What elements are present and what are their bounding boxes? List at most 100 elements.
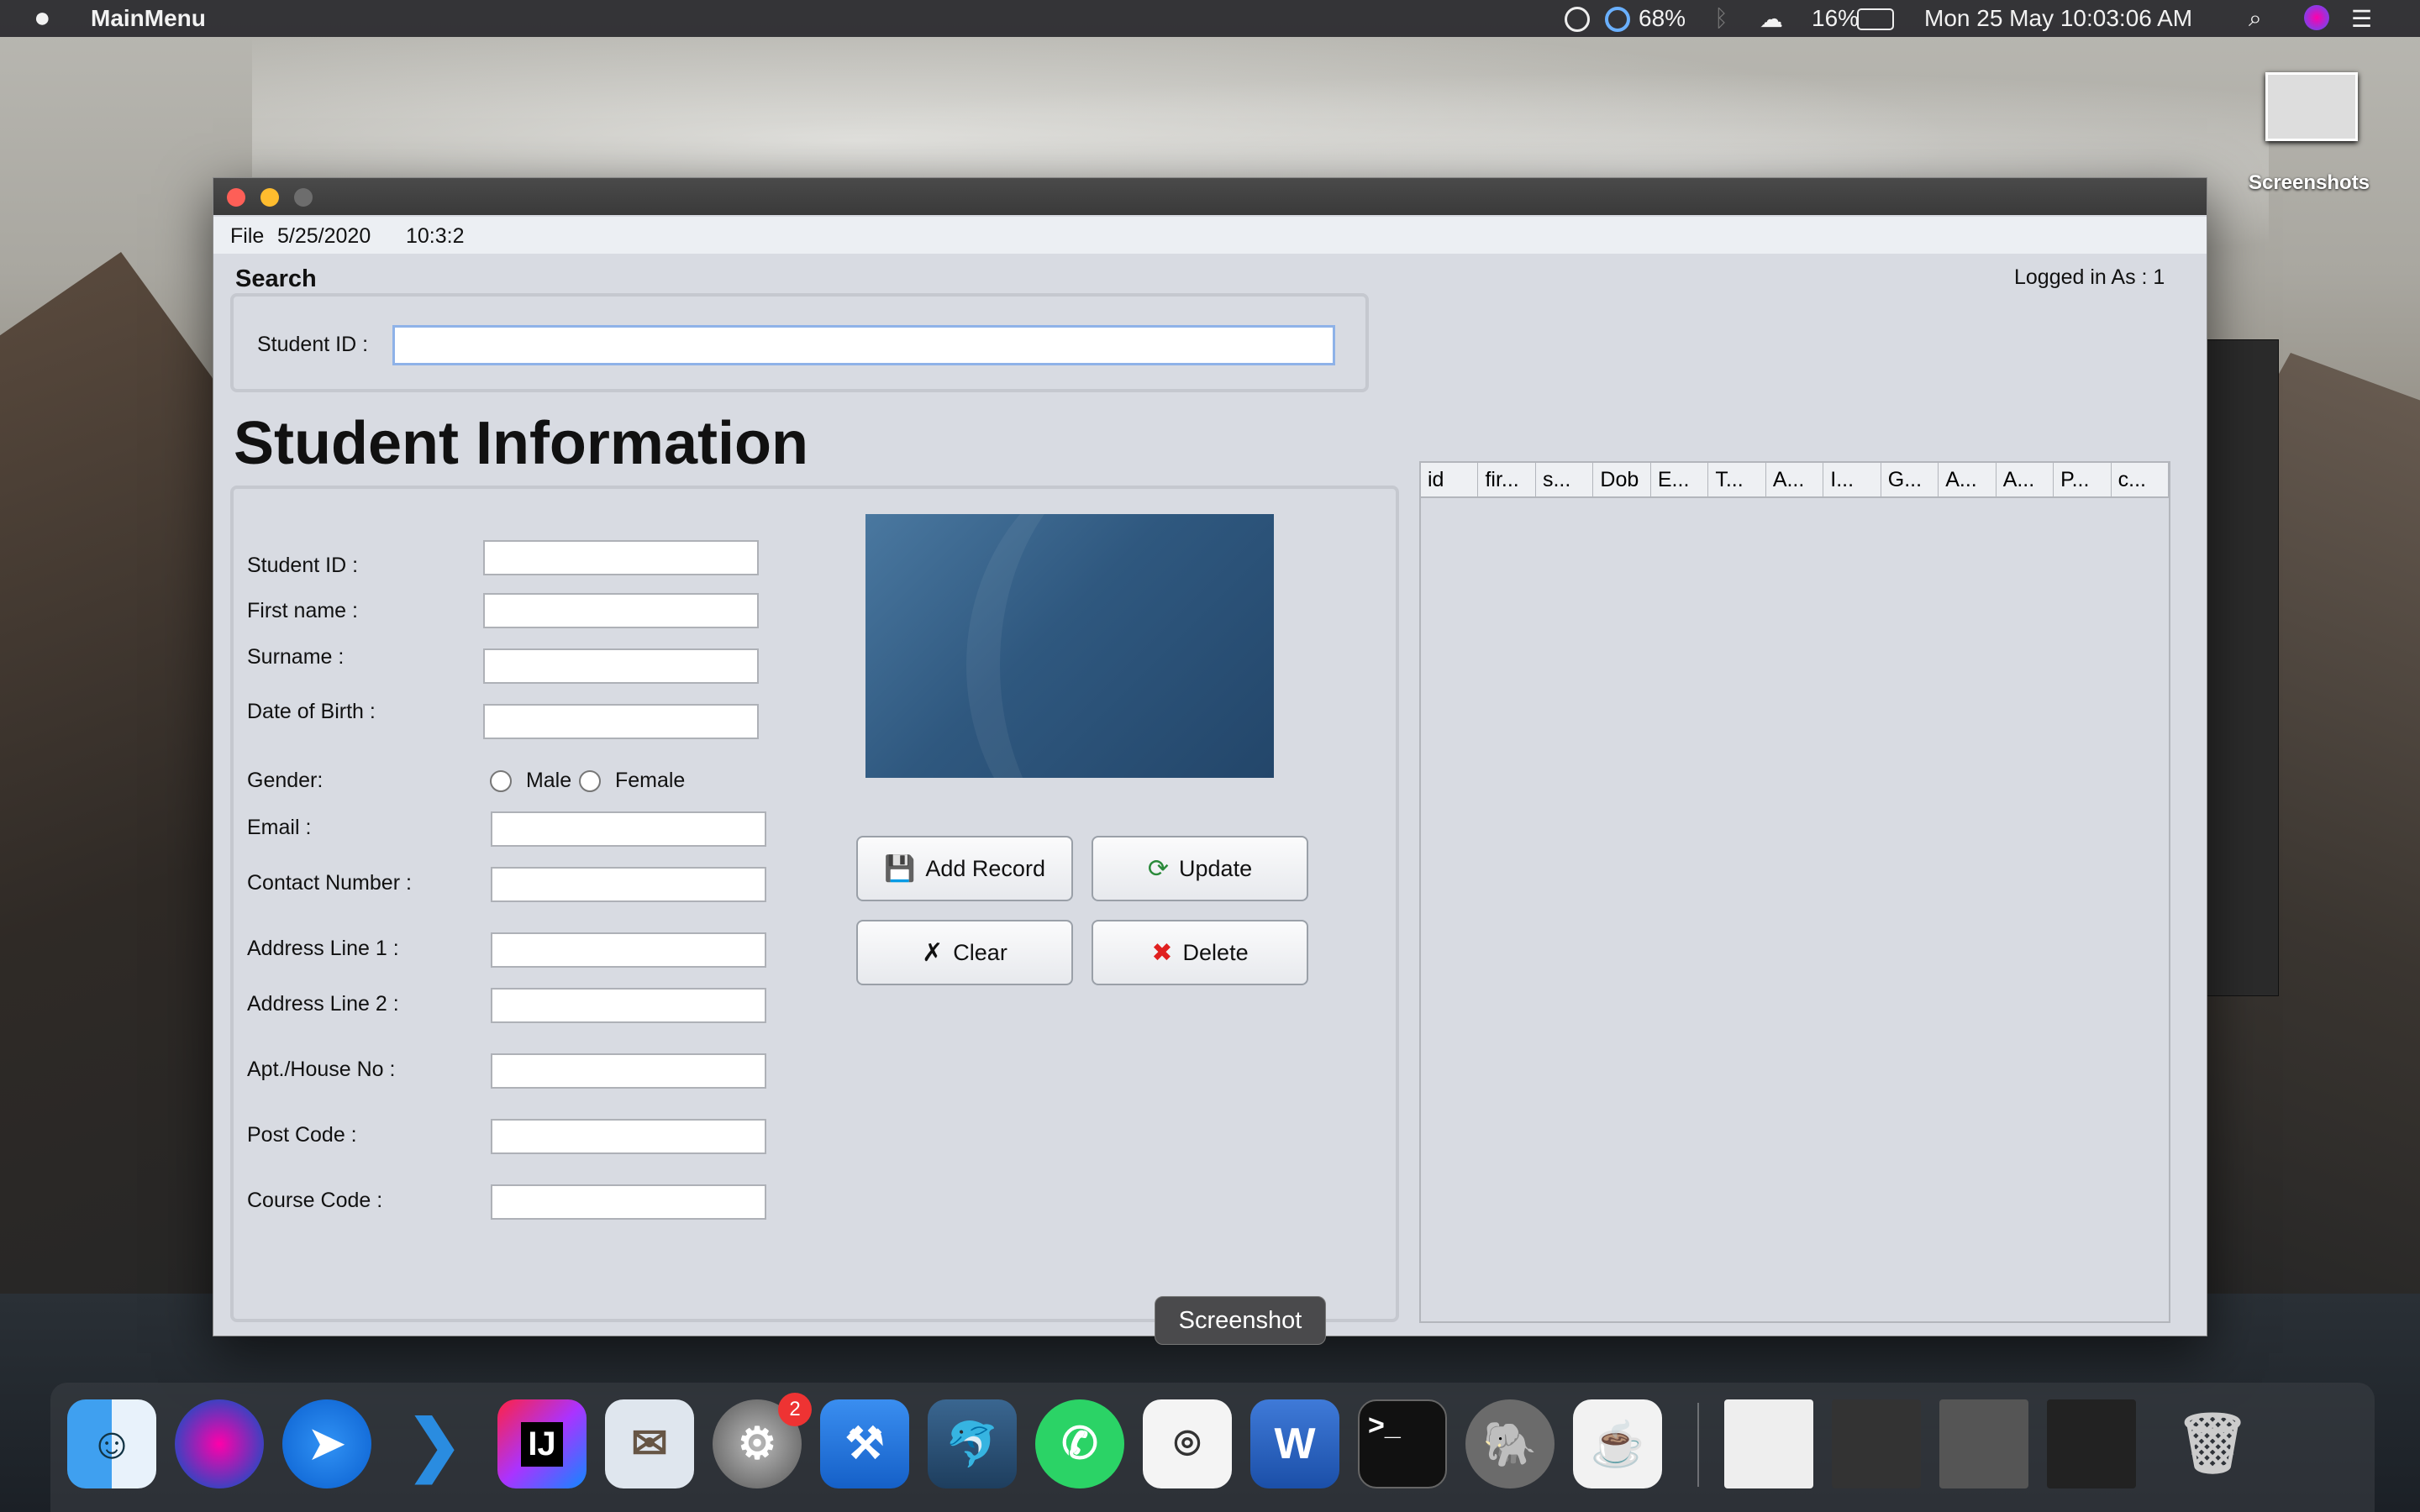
update-label: Update xyxy=(1179,855,1253,881)
search-student-id-label: Student ID : xyxy=(257,333,369,356)
photo-swoosh-shape xyxy=(966,514,1274,778)
gender-female-option[interactable]: Female xyxy=(579,769,685,793)
safari-icon[interactable]: ➤ xyxy=(282,1399,371,1488)
table-column-header[interactable]: E... xyxy=(1651,463,1709,496)
whatsapp-icon[interactable]: ✆ xyxy=(1035,1399,1124,1488)
bluetooth-icon[interactable]: ᛒ xyxy=(1714,5,1728,32)
vscode-icon[interactable]: ❯ xyxy=(390,1399,479,1488)
minimize-window-icon[interactable] xyxy=(260,188,279,207)
zoom-window-icon[interactable] xyxy=(294,188,313,207)
apt-house-no-field[interactable] xyxy=(491,1053,766,1089)
screenshot-app-icon[interactable]: ⌾ xyxy=(1143,1399,1232,1488)
java-icon[interactable]: ☕ xyxy=(1573,1399,1662,1488)
address-line-2-field[interactable] xyxy=(491,988,766,1023)
first-name-label: First name : xyxy=(247,599,358,622)
post-code-field[interactable] xyxy=(491,1119,766,1154)
icloud-icon[interactable]: ☁ xyxy=(1760,5,1783,33)
dock: ☺ ➤ ❯ IJ ✉ ⚙ 2 ⚒ 🐬 ✆ ⌾ W >_ 🐘 ☕ 🗑 xyxy=(50,1383,2375,1512)
gender-label: Gender: xyxy=(247,769,324,792)
app-name[interactable]: MainMenu xyxy=(91,5,206,32)
contact-number-label: Contact Number : xyxy=(247,871,412,895)
window-titlebar[interactable] xyxy=(213,178,2207,215)
address-line-2-label: Address Line 2 : xyxy=(247,992,399,1016)
delete-label: Delete xyxy=(1182,939,1249,965)
siri-app-icon[interactable] xyxy=(175,1399,264,1488)
intellij-icon[interactable]: IJ xyxy=(497,1399,587,1488)
menu-file[interactable]: File xyxy=(230,224,264,249)
male-radio[interactable] xyxy=(490,770,512,793)
table-column-header[interactable]: fir... xyxy=(1478,463,1536,496)
student-id-label: Student ID : xyxy=(247,554,359,577)
table-column-header[interactable]: G... xyxy=(1881,463,1939,496)
table-column-header[interactable]: A... xyxy=(1766,463,1824,496)
table-column-header[interactable]: A... xyxy=(1996,463,2054,496)
address-line-1-field[interactable] xyxy=(491,932,766,968)
table-column-header[interactable]: c... xyxy=(2112,463,2170,496)
table-column-header[interactable]: I... xyxy=(1823,463,1881,496)
student-photo-placeholder xyxy=(865,514,1274,778)
spotlight-search-icon[interactable]: ⌕ xyxy=(2249,5,2262,33)
window-menu-row: File 5/25/2020 10:3:2 xyxy=(213,217,2207,254)
screenshots-folder-icon[interactable] xyxy=(2265,72,2358,141)
first-name-field[interactable] xyxy=(483,593,759,628)
system-preferences-badge: 2 xyxy=(778,1393,812,1426)
status-circle-icon[interactable] xyxy=(1565,7,1590,32)
menu-date: 5/25/2020 xyxy=(277,224,371,248)
minimized-window-thumbnail-2[interactable] xyxy=(1832,1399,1921,1488)
table-column-header[interactable]: Dob xyxy=(1593,463,1651,496)
post-code-label: Post Code : xyxy=(247,1123,357,1147)
logged-in-status: Logged in As : 1 xyxy=(2014,265,2165,289)
refresh-icon: ⟳ xyxy=(1147,854,1170,883)
battery-status-a[interactable]: 68% xyxy=(1639,5,1686,32)
minimized-window-thumbnail-4[interactable] xyxy=(2047,1399,2136,1488)
battery-status-b[interactable]: 16% xyxy=(1812,5,1859,32)
surname-field[interactable] xyxy=(483,648,759,684)
email-field[interactable] xyxy=(491,811,766,847)
female-radio[interactable] xyxy=(579,770,601,793)
update-button[interactable]: ⟳ Update xyxy=(1092,836,1308,901)
main-window: File 5/25/2020 10:3:2 Logged in As : 1 S… xyxy=(213,177,2207,1336)
gender-male-option[interactable]: Male xyxy=(490,769,571,793)
delete-button[interactable]: ✖ Delete xyxy=(1092,920,1308,985)
course-code-field[interactable] xyxy=(491,1184,766,1220)
battery-icon[interactable] xyxy=(1857,8,1894,30)
mamp-icon[interactable]: 🐘 xyxy=(1465,1399,1555,1488)
mail-icon[interactable]: ✉ xyxy=(605,1399,694,1488)
male-label: Male xyxy=(525,769,572,792)
progress-ring-icon[interactable] xyxy=(1605,7,1630,32)
records-table-header: id fir... s... Dob E... T... A... I... G... A... A… xyxy=(1421,463,2170,498)
terminal-icon[interactable]: >_ xyxy=(1358,1399,1447,1488)
close-window-icon[interactable] xyxy=(227,188,245,207)
apt-house-no-label: Apt./House No : xyxy=(247,1058,396,1081)
mysql-workbench-icon[interactable]: 🐬 xyxy=(928,1399,1017,1488)
table-column-header[interactable]: T... xyxy=(1708,463,1766,496)
table-column-header[interactable]: P... xyxy=(2054,463,2112,496)
table-column-header[interactable]: id xyxy=(1421,463,1479,496)
clear-button[interactable]: ✗ Clear xyxy=(856,920,1073,985)
records-table[interactable]: id fir... s... Dob E... T... A... I... G... A... A… xyxy=(1419,461,2170,1323)
apple-icon[interactable]: ● xyxy=(34,2,51,34)
dock-tooltip: Screenshot xyxy=(1155,1296,1326,1345)
page-title: Student Information xyxy=(234,410,808,477)
student-id-field[interactable] xyxy=(483,540,759,575)
word-icon[interactable]: W xyxy=(1250,1399,1339,1488)
search-student-id-input[interactable] xyxy=(392,325,1335,365)
notification-center-icon[interactable]: ☰ xyxy=(2351,5,2372,33)
female-label: Female xyxy=(614,769,686,792)
menubar-clock[interactable]: Mon 25 May 10:03:06 AM xyxy=(1924,5,2192,32)
menu-time: 10:3:2 xyxy=(406,224,465,248)
siri-icon[interactable] xyxy=(2304,5,2329,30)
trash-icon[interactable]: 🗑 xyxy=(2168,1399,2257,1488)
contact-number-field[interactable] xyxy=(491,867,766,902)
add-record-button[interactable]: 💾 Add Record xyxy=(856,836,1073,901)
screenshots-folder-label[interactable]: Screenshots xyxy=(2235,171,2383,195)
minimized-window-thumbnail-3[interactable] xyxy=(1939,1399,2028,1488)
clear-label: Clear xyxy=(953,939,1007,965)
finder-icon[interactable]: ☺ xyxy=(67,1399,156,1488)
dock-divider xyxy=(1697,1403,1699,1487)
dob-field[interactable] xyxy=(483,704,759,739)
xcode-icon[interactable]: ⚒ xyxy=(820,1399,909,1488)
table-column-header[interactable]: s... xyxy=(1536,463,1594,496)
minimized-window-thumbnail-1[interactable] xyxy=(1724,1399,1813,1488)
table-column-header[interactable]: A... xyxy=(1939,463,1996,496)
